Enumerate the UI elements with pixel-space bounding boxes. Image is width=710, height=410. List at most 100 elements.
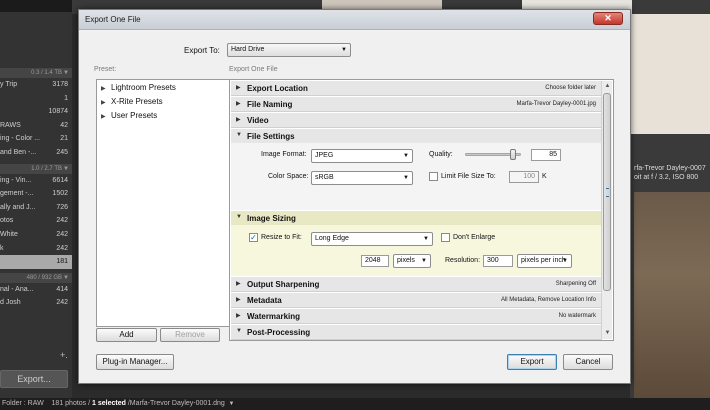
- close-button[interactable]: ✕: [593, 12, 623, 25]
- section-title: File Settings: [247, 132, 295, 141]
- cancel-button[interactable]: Cancel: [563, 354, 613, 370]
- collapsed-arrow-icon: ▶: [236, 297, 241, 303]
- resize-to-fit-checkbox[interactable]: ✓: [249, 233, 258, 242]
- folder-count: 414: [56, 285, 68, 293]
- photo-preview: [630, 14, 710, 134]
- volume-header[interactable]: 0.3 / 1.4 TB ▼: [0, 68, 72, 78]
- volume-header[interactable]: 480 / 932 GB ▼: [0, 272, 72, 283]
- export-to-select[interactable]: Hard Drive ▼: [227, 43, 351, 57]
- folder-count: 42: [60, 121, 68, 129]
- section-watermarking[interactable]: ▶ Watermarking No watermark: [231, 309, 602, 324]
- resolution-input[interactable]: 300: [483, 255, 513, 267]
- folder-row[interactable]: ing - Vin... 6614: [0, 174, 72, 188]
- remove-preset-button[interactable]: Remove: [160, 328, 220, 342]
- color-space-select[interactable]: sRGB ▼: [311, 171, 413, 185]
- chevron-down-icon: ▼: [403, 153, 409, 159]
- folder-row[interactable]: 1: [0, 92, 72, 106]
- quality-input[interactable]: 85: [531, 149, 561, 161]
- preset-folder[interactable]: ▶ User Presets: [101, 111, 157, 120]
- size-unit-value: pixels: [397, 257, 415, 264]
- section-title: Metadata: [247, 296, 282, 305]
- section-post-processing[interactable]: ▼ Post-Processing: [231, 325, 602, 340]
- section-title: Post-Processing: [247, 328, 311, 337]
- section-file-naming[interactable]: ▶ File Naming Marfa-Trevor Dayley-0001.j…: [231, 97, 602, 112]
- quality-slider-thumb[interactable]: [509, 149, 516, 160]
- chevron-down-icon: ▼: [421, 258, 427, 264]
- export-button[interactable]: Export: [507, 354, 557, 370]
- collapsed-arrow-icon: ▶: [236, 85, 241, 91]
- preset-folder-label: Lightroom Presets: [111, 83, 176, 92]
- resolution-unit-select[interactable]: pixels per inch ▼: [517, 254, 572, 268]
- folder-name: and Ben -...: [0, 148, 37, 156]
- folder-name: RAWS: [0, 121, 21, 129]
- image-format-select[interactable]: JPEG ▼: [311, 149, 413, 163]
- folder-count: 21: [60, 135, 68, 143]
- color-space-label: Color Space:: [268, 173, 309, 180]
- dont-enlarge-checkbox[interactable]: [441, 233, 450, 242]
- section-metadata[interactable]: ▶ Metadata All Metadata, Remove Location…: [231, 293, 602, 308]
- section-title: Video: [247, 116, 269, 125]
- folder-name: ing - Color ...: [0, 135, 41, 143]
- folder-row[interactable]: White 242: [0, 228, 72, 242]
- preset-folder[interactable]: ▶ Lightroom Presets: [101, 83, 176, 92]
- dialog-titlebar: Export One File ✕: [79, 10, 630, 30]
- folder-count: 726: [56, 203, 68, 211]
- folder-row[interactable]: k 242: [0, 242, 72, 256]
- scroll-up-icon[interactable]: ▲: [603, 82, 612, 91]
- preset-folder[interactable]: ▶ X-Rite Presets: [101, 97, 163, 106]
- volume-header[interactable]: 1.0 / 2.7 TB ▼: [0, 163, 72, 174]
- folder-count: 242: [56, 299, 68, 307]
- expand-arrow-icon[interactable]: ▶: [101, 99, 111, 106]
- lr-export-button[interactable]: Export...: [0, 370, 68, 388]
- folder-name: d Josh: [0, 299, 21, 307]
- folder-row[interactable]: otos 242: [0, 214, 72, 228]
- limit-file-size-input[interactable]: 100: [509, 171, 539, 183]
- expanded-arrow-icon: ▼: [236, 132, 242, 138]
- status-selected: 1 selected: [92, 400, 126, 407]
- preset-list[interactable]: ▶ Lightroom Presets ▶ X-Rite Presets ▶ User…: [96, 79, 239, 327]
- section-file-settings[interactable]: ▼ File Settings: [231, 129, 602, 144]
- scrollbar-thumb[interactable]: [603, 93, 611, 291]
- section-video[interactable]: ▶ Video: [231, 113, 602, 128]
- caption-line: rfa-Trevor Dayley-0007: [634, 165, 706, 172]
- folder-count: 242: [56, 230, 68, 238]
- folder-row[interactable]: 10874: [0, 105, 72, 119]
- section-export-location[interactable]: ▶ Export Location Choose folder later: [231, 81, 602, 96]
- folder-row[interactable]: RAWS 42: [0, 119, 72, 133]
- folder-row[interactable]: nal - Ana... 414: [0, 283, 72, 297]
- folder-row[interactable]: ing - Color ... 21: [0, 132, 72, 146]
- settings-scrollbar[interactable]: ▲ ▼: [601, 81, 612, 339]
- section-title: File Naming: [247, 100, 293, 109]
- folder-row[interactable]: y Trip 3178: [0, 78, 72, 92]
- chevron-down-icon: ▼: [403, 175, 409, 181]
- expand-arrow-icon[interactable]: ▶: [101, 113, 111, 120]
- scroll-down-icon[interactable]: ▼: [603, 329, 612, 338]
- folder-row[interactable]: d Josh 242: [0, 296, 72, 310]
- section-title: Watermarking: [247, 312, 301, 321]
- section-output-sharpening[interactable]: ▶ Output Sharpening Sharpening Off: [231, 277, 602, 292]
- resize-mode-value: Long Edge: [315, 235, 349, 242]
- folder-count: 242: [56, 244, 68, 252]
- folder-name: otos: [0, 217, 14, 225]
- folder-count: 1502: [52, 190, 68, 198]
- add-folder-icon[interactable]: +.: [60, 350, 68, 360]
- plugin-manager-button[interactable]: Plug-in Manager...: [96, 354, 174, 370]
- section-title: Output Sharpening: [247, 280, 320, 289]
- resize-to-fit-label: Resize to Fit:: [261, 234, 302, 241]
- folder-row[interactable]: and Ben -... 245: [0, 146, 72, 160]
- folder-name: gement -...: [0, 190, 34, 198]
- chevron-down-icon: ▼: [562, 258, 568, 264]
- collapsed-arrow-icon: ▶: [236, 117, 241, 123]
- folder-row[interactable]: gement -... 1502: [0, 187, 72, 201]
- expand-arrow-icon[interactable]: ▶: [101, 85, 111, 92]
- add-preset-button[interactable]: Add: [96, 328, 157, 342]
- size-unit-select[interactable]: pixels ▼: [393, 254, 431, 268]
- size-input[interactable]: 2048: [361, 255, 389, 267]
- folder-name: nal - Ana...: [0, 285, 34, 293]
- resize-mode-select[interactable]: Long Edge ▼: [311, 232, 433, 246]
- limit-file-size-checkbox[interactable]: [429, 172, 438, 181]
- section-image-sizing[interactable]: ▼ Image Sizing: [231, 211, 602, 226]
- folder-row[interactable]: ally and J... 726: [0, 201, 72, 215]
- folder-count: 1: [64, 94, 68, 102]
- folder-row[interactable]: 181: [0, 255, 72, 269]
